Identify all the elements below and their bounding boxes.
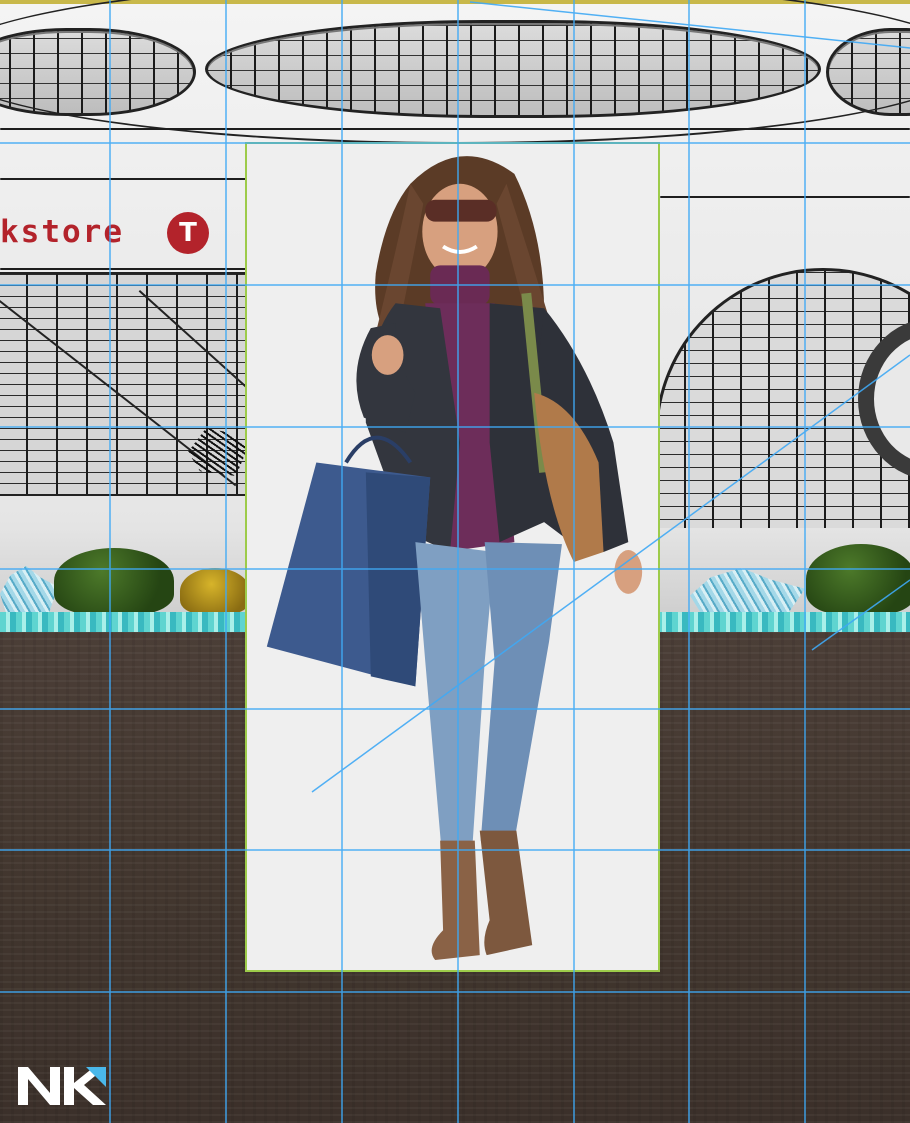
canopy-line — [660, 196, 910, 198]
turtleneck-collar — [430, 265, 490, 306]
person-cutout-figure — [266, 156, 643, 961]
store-logo-icon: T — [167, 212, 209, 254]
shrub — [54, 548, 174, 614]
render-viewport[interactable]: kstore T — [0, 0, 910, 1123]
shrub-yellow — [180, 568, 250, 614]
jeans-left-leg — [415, 542, 495, 846]
face — [422, 183, 498, 280]
canopy-line — [0, 268, 250, 270]
boot-left — [431, 840, 480, 961]
jeans-right-leg — [480, 542, 562, 841]
right-hand — [614, 550, 643, 594]
left-hand — [371, 335, 404, 375]
canopy-line — [0, 128, 910, 130]
store-sign: kstore — [0, 214, 124, 250]
canopy-ridge — [0, 0, 910, 144]
boot-right — [479, 830, 533, 956]
canopy-line — [0, 178, 250, 180]
shrub — [806, 544, 910, 614]
sunglasses — [425, 199, 497, 222]
nk-logo-icon — [18, 1067, 106, 1105]
person-cutout-panel[interactable] — [245, 142, 660, 972]
